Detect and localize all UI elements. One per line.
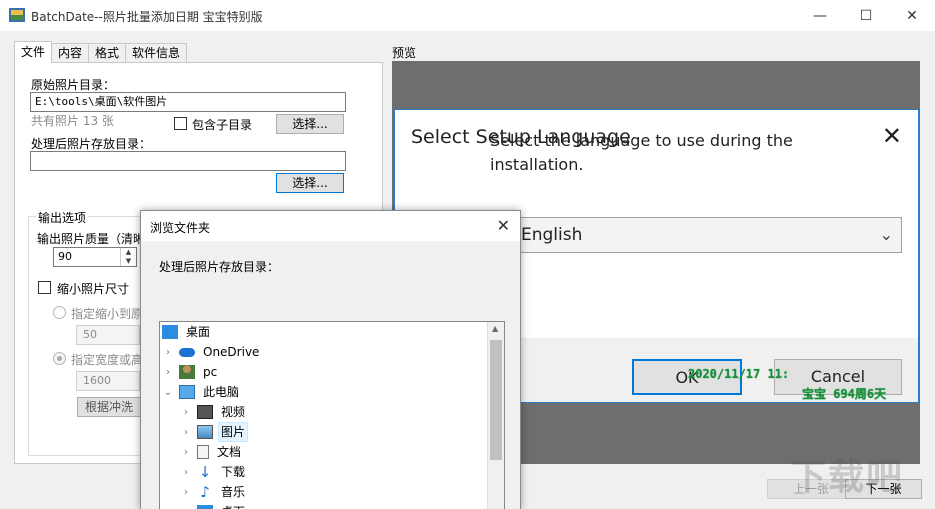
shrink-percent-radio[interactable] <box>53 306 66 319</box>
tab-software-info[interactable]: 软件信息 <box>125 43 188 63</box>
output-browse-button[interactable]: 选择... <box>276 173 344 193</box>
photo-count: 共有照片 13 张 <box>31 114 114 128</box>
shrink-percent-label: 指定缩小到原 <box>71 307 144 321</box>
tree-item-pc-user[interactable]: › pc <box>162 362 220 382</box>
quality-label: 输出照片质量（清晰 <box>37 232 146 246</box>
title-bar: BatchDate--照片批量添加日期 宝宝特别版 — ☐ ✕ <box>0 0 935 31</box>
size-input[interactable]: 1600 <box>76 371 140 391</box>
scroll-thumb[interactable] <box>490 340 502 460</box>
setup-close-icon: ✕ <box>881 122 902 150</box>
browse-dialog-title: 浏览文件夹 <box>150 221 211 235</box>
chevron-right-icon[interactable]: › <box>180 427 192 438</box>
chevron-down-icon: ⌄ <box>879 225 893 244</box>
desktop-icon <box>162 325 178 339</box>
minimize-button[interactable]: — <box>797 0 843 31</box>
chevron-right-icon[interactable]: › <box>180 467 192 478</box>
include-subdirs-checkbox[interactable] <box>174 117 187 130</box>
browse-prompt: 处理后照片存放目录： <box>159 260 280 274</box>
music-icon: ♪ <box>200 483 210 501</box>
tree-item-onedrive[interactable]: › OneDrive <box>162 342 262 362</box>
shrink-size-label: 指定宽度或高 <box>71 353 144 367</box>
tree-scrollbar[interactable]: ▲ <box>487 322 504 509</box>
quality-stepper[interactable]: ▲ ▼ <box>120 248 136 266</box>
maximize-button[interactable]: ☐ <box>843 0 889 31</box>
app-icon <box>9 8 25 22</box>
tree-item-music[interactable]: › ♪ 音乐 <box>180 482 248 502</box>
computer-icon <box>179 385 195 399</box>
tree-item-desktop-2[interactable]: › 桌面 <box>180 502 248 509</box>
documents-icon <box>197 445 209 459</box>
output-dir-input[interactable] <box>30 151 346 171</box>
date-stamp-line1: 2020/11/17 11: <box>688 367 790 381</box>
preview-label: 预览 <box>392 46 417 60</box>
tab-content[interactable]: 内容 <box>51 43 90 63</box>
watermark: 下载吧 <box>790 457 905 498</box>
output-dir-label: 处理后照片存放目录： <box>31 137 152 151</box>
tab-strip: 文件 内容 格式 软件信息 <box>14 41 188 63</box>
tab-format[interactable]: 格式 <box>88 43 127 63</box>
chevron-right-icon[interactable]: › <box>180 487 192 498</box>
user-icon <box>179 365 195 379</box>
window-title: BatchDate--照片批量添加日期 宝宝特别版 <box>31 10 263 24</box>
close-button[interactable]: ✕ <box>889 0 935 31</box>
browse-dialog-header: 浏览文件夹 ✕ <box>141 211 520 241</box>
print-size-button[interactable]: 根据冲洗 <box>77 397 141 417</box>
chevron-right-icon[interactable]: › <box>162 347 174 358</box>
desktop-icon <box>197 505 213 509</box>
pictures-icon <box>197 425 213 439</box>
shrink-size-radio[interactable] <box>53 352 66 365</box>
chevron-right-icon[interactable]: › <box>180 447 192 458</box>
chevron-down-icon[interactable]: ⌄ <box>162 387 174 398</box>
browse-folder-dialog: 浏览文件夹 ✕ 处理后照片存放目录： 桌面 › OneDrive › pc ⌄ … <box>140 210 521 509</box>
setup-language-select: English ⌄ <box>502 217 902 253</box>
tree-item-this-pc[interactable]: ⌄ 此电脑 <box>162 382 242 402</box>
tree-item-desktop[interactable]: 桌面 <box>162 322 213 342</box>
shrink-checkbox[interactable] <box>38 281 51 294</box>
chevron-right-icon[interactable]: › <box>180 407 192 418</box>
source-browse-button[interactable]: 选择... <box>276 114 344 134</box>
tab-file[interactable]: 文件 <box>14 41 53 63</box>
shrink-label: 缩小照片尺寸 <box>57 282 130 296</box>
date-stamp-line2: 宝宝 694周6天 <box>802 387 887 401</box>
cloud-icon <box>179 347 195 357</box>
folder-tree[interactable]: 桌面 › OneDrive › pc ⌄ 此电脑 › 视频 › 图片 › 文档 … <box>159 321 505 509</box>
tree-item-downloads[interactable]: › ↓ 下载 <box>180 462 248 482</box>
setup-message: Select the language to use during the in… <box>490 131 793 174</box>
tree-item-documents[interactable]: › 文档 <box>180 442 244 462</box>
chevron-right-icon[interactable]: › <box>162 367 174 378</box>
scroll-up-icon[interactable]: ▲ <box>492 324 498 333</box>
download-icon: ↓ <box>198 463 212 481</box>
tree-item-pictures[interactable]: › 图片 <box>180 422 249 442</box>
output-options-title: 输出选项 <box>36 209 89 226</box>
tree-item-videos[interactable]: › 视频 <box>180 402 248 422</box>
source-dir-label: 原始照片目录： <box>31 78 116 92</box>
setup-language-value: English <box>521 225 583 245</box>
video-icon <box>197 405 213 419</box>
percent-input[interactable]: 50 <box>76 325 140 345</box>
include-subdirs-label: 包含子目录 <box>192 118 253 132</box>
browse-close-button[interactable]: ✕ <box>497 216 510 235</box>
source-dir-input[interactable]: E:\tools\桌面\软件图片 <box>30 92 346 112</box>
